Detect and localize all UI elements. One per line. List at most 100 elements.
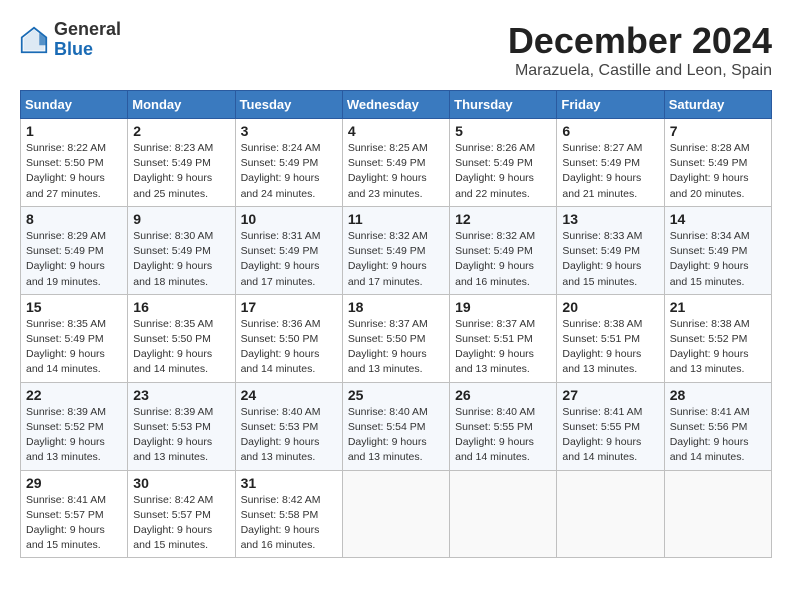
day-info: Sunrise: 8:35 AMSunset: 5:50 PMDaylight:… (133, 317, 229, 378)
day-info: Sunrise: 8:37 AMSunset: 5:50 PMDaylight:… (348, 317, 444, 378)
day-info: Sunrise: 8:37 AMSunset: 5:51 PMDaylight:… (455, 317, 551, 378)
day-number: 10 (241, 211, 337, 227)
weekday-header-wednesday: Wednesday (342, 91, 449, 119)
calendar-cell: 29 Sunrise: 8:41 AMSunset: 5:57 PMDayligh… (21, 470, 128, 558)
day-info: Sunrise: 8:39 AMSunset: 5:53 PMDaylight:… (133, 405, 229, 466)
day-info: Sunrise: 8:36 AMSunset: 5:50 PMDaylight:… (241, 317, 337, 378)
calendar-week-3: 15Sunrise: 8:35 AMSunset: 5:49 PMDayligh… (21, 294, 772, 382)
calendar-cell (557, 470, 664, 558)
day-info: Sunrise: 8:33 AMSunset: 5:49 PMDaylight:… (562, 229, 658, 290)
day-number: 22 (26, 387, 122, 403)
month-title: December 2024 (508, 20, 772, 62)
day-info: Sunrise: 8:41 AMSunset: 5:57 PMDaylight:… (26, 493, 122, 554)
calendar-cell: 23 Sunrise: 8:39 AMSunset: 5:53 PMDayligh… (128, 382, 235, 470)
calendar-cell: 13 Sunrise: 8:33 AMSunset: 5:49 PMDayligh… (557, 206, 664, 294)
calendar-cell: 1 Sunrise: 8:22 AMSunset: 5:50 PMDaylight… (21, 119, 128, 207)
day-number: 4 (348, 123, 444, 139)
calendar: SundayMondayTuesdayWednesdayThursdayFrid… (20, 90, 772, 558)
title-area: December 2024 Marazuela, Castille and Le… (508, 20, 772, 80)
calendar-week-2: 8Sunrise: 8:29 AMSunset: 5:49 PMDaylight… (21, 206, 772, 294)
day-info: Sunrise: 8:38 AMSunset: 5:52 PMDaylight:… (670, 317, 766, 378)
calendar-cell: 21 Sunrise: 8:38 AMSunset: 5:52 PMDayligh… (664, 294, 771, 382)
day-info: Sunrise: 8:42 AMSunset: 5:57 PMDaylight:… (133, 493, 229, 554)
day-number: 13 (562, 211, 658, 227)
calendar-cell: 12 Sunrise: 8:32 AMSunset: 5:49 PMDayligh… (450, 206, 557, 294)
calendar-cell: 10 Sunrise: 8:31 AMSunset: 5:49 PMDayligh… (235, 206, 342, 294)
calendar-cell: 4 Sunrise: 8:25 AMSunset: 5:49 PMDaylight… (342, 119, 449, 207)
day-number: 30 (133, 475, 229, 491)
weekday-header-tuesday: Tuesday (235, 91, 342, 119)
day-number: 28 (670, 387, 766, 403)
day-number: 29 (26, 475, 122, 491)
day-info: Sunrise: 8:29 AMSunset: 5:49 PMDaylight:… (26, 229, 122, 290)
day-info: Sunrise: 8:40 AMSunset: 5:53 PMDaylight:… (241, 405, 337, 466)
calendar-cell: 14 Sunrise: 8:34 AMSunset: 5:49 PMDayligh… (664, 206, 771, 294)
calendar-cell: 18Sunrise: 8:37 AMSunset: 5:50 PMDayligh… (342, 294, 449, 382)
calendar-cell: 6 Sunrise: 8:27 AMSunset: 5:49 PMDaylight… (557, 119, 664, 207)
weekday-header-sunday: Sunday (21, 91, 128, 119)
calendar-cell: 26Sunrise: 8:40 AMSunset: 5:55 PMDayligh… (450, 382, 557, 470)
logo-icon (20, 26, 48, 54)
calendar-cell: 20 Sunrise: 8:38 AMSunset: 5:51 PMDayligh… (557, 294, 664, 382)
day-number: 17 (241, 299, 337, 315)
calendar-cell: 11Sunrise: 8:32 AMSunset: 5:49 PMDayligh… (342, 206, 449, 294)
logo-general-text: General (54, 19, 121, 39)
logo-blue-text: Blue (54, 39, 93, 59)
weekday-header-monday: Monday (128, 91, 235, 119)
calendar-cell: 9Sunrise: 8:30 AMSunset: 5:49 PMDaylight… (128, 206, 235, 294)
day-info: Sunrise: 8:42 AMSunset: 5:58 PMDaylight:… (241, 493, 337, 554)
day-info: Sunrise: 8:34 AMSunset: 5:49 PMDaylight:… (670, 229, 766, 290)
day-number: 27 (562, 387, 658, 403)
calendar-cell: 31Sunrise: 8:42 AMSunset: 5:58 PMDayligh… (235, 470, 342, 558)
day-number: 1 (26, 123, 122, 139)
calendar-cell: 24 Sunrise: 8:40 AMSunset: 5:53 PMDayligh… (235, 382, 342, 470)
day-number: 2 (133, 123, 229, 139)
calendar-week-1: 1 Sunrise: 8:22 AMSunset: 5:50 PMDaylight… (21, 119, 772, 207)
calendar-cell: 22 Sunrise: 8:39 AMSunset: 5:52 PMDayligh… (21, 382, 128, 470)
calendar-cell: 8Sunrise: 8:29 AMSunset: 5:49 PMDaylight… (21, 206, 128, 294)
day-number: 25 (348, 387, 444, 403)
day-info: Sunrise: 8:38 AMSunset: 5:51 PMDaylight:… (562, 317, 658, 378)
day-number: 16 (133, 299, 229, 315)
day-info: Sunrise: 8:41 AMSunset: 5:56 PMDaylight:… (670, 405, 766, 466)
calendar-cell: 7Sunrise: 8:28 AMSunset: 5:49 PMDaylight… (664, 119, 771, 207)
weekday-header-thursday: Thursday (450, 91, 557, 119)
day-info: Sunrise: 8:31 AMSunset: 5:49 PMDaylight:… (241, 229, 337, 290)
calendar-cell (342, 470, 449, 558)
calendar-cell: 19Sunrise: 8:37 AMSunset: 5:51 PMDayligh… (450, 294, 557, 382)
day-number: 23 (133, 387, 229, 403)
day-number: 21 (670, 299, 766, 315)
calendar-week-5: 29 Sunrise: 8:41 AMSunset: 5:57 PMDayligh… (21, 470, 772, 558)
weekday-header-friday: Friday (557, 91, 664, 119)
calendar-cell: 28 Sunrise: 8:41 AMSunset: 5:56 PMDayligh… (664, 382, 771, 470)
day-number: 3 (241, 123, 337, 139)
calendar-cell: 17 Sunrise: 8:36 AMSunset: 5:50 PMDayligh… (235, 294, 342, 382)
day-info: Sunrise: 8:32 AMSunset: 5:49 PMDaylight:… (455, 229, 551, 290)
day-number: 11 (348, 211, 444, 227)
calendar-cell: 16 Sunrise: 8:35 AMSunset: 5:50 PMDayligh… (128, 294, 235, 382)
day-number: 24 (241, 387, 337, 403)
day-info: Sunrise: 8:41 AMSunset: 5:55 PMDaylight:… (562, 405, 658, 466)
day-number: 5 (455, 123, 551, 139)
day-number: 6 (562, 123, 658, 139)
day-info: Sunrise: 8:27 AMSunset: 5:49 PMDaylight:… (562, 141, 658, 202)
calendar-cell: 15Sunrise: 8:35 AMSunset: 5:49 PMDayligh… (21, 294, 128, 382)
calendar-cell (664, 470, 771, 558)
day-number: 20 (562, 299, 658, 315)
calendar-cell: 30 Sunrise: 8:42 AMSunset: 5:57 PMDayligh… (128, 470, 235, 558)
day-info: Sunrise: 8:25 AMSunset: 5:49 PMDaylight:… (348, 141, 444, 202)
day-info: Sunrise: 8:22 AMSunset: 5:50 PMDaylight:… (26, 141, 122, 202)
calendar-week-4: 22 Sunrise: 8:39 AMSunset: 5:52 PMDayligh… (21, 382, 772, 470)
day-number: 15 (26, 299, 122, 315)
calendar-cell: 5 Sunrise: 8:26 AMSunset: 5:49 PMDaylight… (450, 119, 557, 207)
day-info: Sunrise: 8:40 AMSunset: 5:55 PMDaylight:… (455, 405, 551, 466)
day-number: 7 (670, 123, 766, 139)
day-number: 12 (455, 211, 551, 227)
day-info: Sunrise: 8:26 AMSunset: 5:49 PMDaylight:… (455, 141, 551, 202)
day-info: Sunrise: 8:39 AMSunset: 5:52 PMDaylight:… (26, 405, 122, 466)
logo-text: General Blue (54, 20, 121, 60)
day-number: 14 (670, 211, 766, 227)
calendar-cell: 2Sunrise: 8:23 AMSunset: 5:49 PMDaylight… (128, 119, 235, 207)
location-subtitle: Marazuela, Castille and Leon, Spain (508, 62, 772, 80)
calendar-cell: 3Sunrise: 8:24 AMSunset: 5:49 PMDaylight… (235, 119, 342, 207)
